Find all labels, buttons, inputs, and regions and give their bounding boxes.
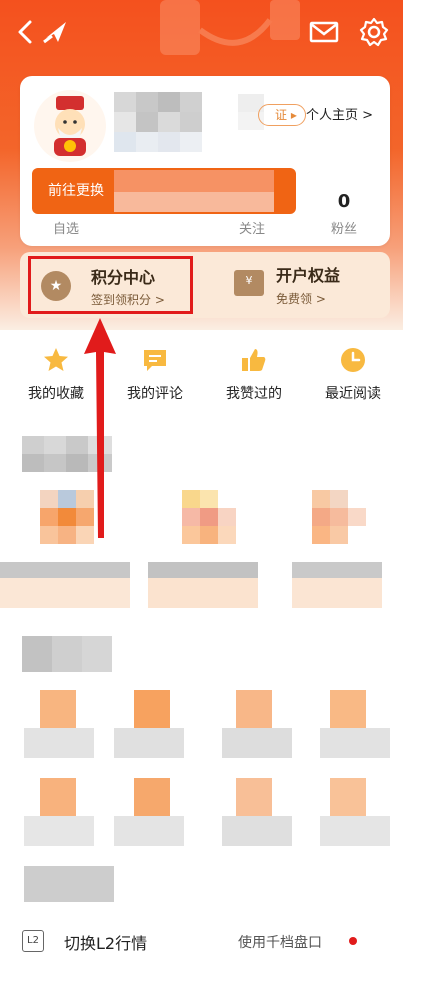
points-medal-icon: ★ [41,271,71,301]
tooltip-text: 前往更换 [48,183,104,199]
gear-icon[interactable] [358,16,390,48]
stat-watchlist-label[interactable]: 自选 [36,218,96,237]
bottom-bar: L2 切换L2行情 使用千档盘口 [0,920,403,964]
points-center-entry[interactable]: ★ 积分中心 签到领积分 > [28,256,193,314]
account-benefits-subtitle[interactable]: 免费领 > [276,290,326,307]
stat-followers-count: 0 [337,191,351,212]
l2-quote-icon: L2 [22,930,44,952]
user-profile-card: 证 ▸ 个人主页 > 前往更换 自选 关注 0 粉丝 [20,76,390,246]
right-blank-area [403,0,443,983]
shortcut-recent-label: 最近阅读 [325,386,381,402]
clock-icon [341,348,365,372]
star-icon [44,348,68,371]
switch-l2-button[interactable]: 切换L2行情 [64,930,147,954]
stat-followers-label[interactable]: 粉丝 [314,218,374,237]
points-center-title: 积分中心 [91,268,156,287]
envelope-icon[interactable] [308,16,340,48]
yen-wallet-icon: ¥ [234,270,264,296]
home-link[interactable]: 个人主页 > [306,104,373,123]
shortcut-liked-label: 我赞过的 [226,386,282,402]
account-benefits-title[interactable]: 开户权益 [276,262,340,286]
avatar[interactable] [34,90,106,162]
shortcut-liked[interactable]: 我赞过的 [206,345,302,403]
annotation-arrow [84,318,116,538]
notification-dot [349,937,357,945]
stat-following-label[interactable]: 关注 [222,218,282,237]
verify-badge[interactable]: 证 ▸ [258,104,306,126]
comment-icon [144,350,166,371]
brand-logo-icon [43,22,66,44]
quick-entry-bar: ★ 积分中心 签到领积分 > ¥ 开户权益 免费领 > [20,252,390,318]
back-icon[interactable] [10,16,42,48]
points-center-subtitle: 签到领积分 > [91,293,165,307]
thumbs-up-icon [242,349,266,371]
shortcut-recent[interactable]: 最近阅读 [305,345,401,403]
order-book-depth-button[interactable]: 使用千档盘口 [238,932,322,952]
mascot-avatar-image [54,96,86,156]
